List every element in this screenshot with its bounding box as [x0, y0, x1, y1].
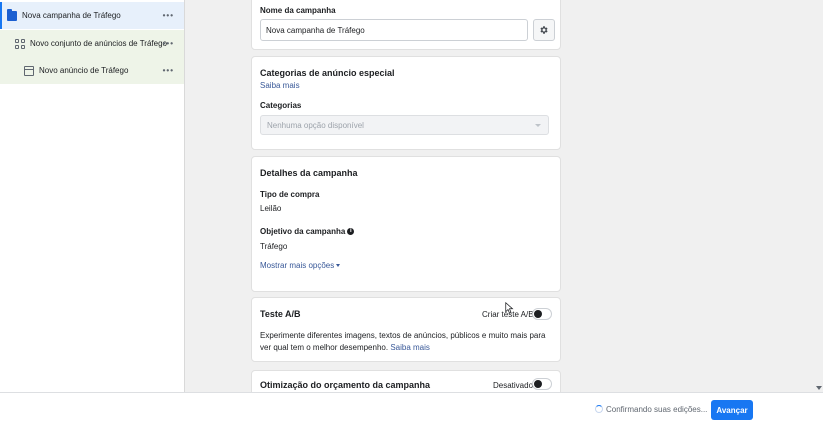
categories-select[interactable]: Nenhuma opção disponível [260, 115, 549, 135]
scroll-down-arrow-icon[interactable] [816, 386, 822, 390]
ad-page-icon [24, 65, 34, 76]
categories-select-value: Nenhuma opção disponível [267, 120, 364, 130]
budget-optimization-title: Otimização do orçamento da campanha [260, 380, 431, 390]
campaign-details-title: Detalhes da campanha [260, 168, 358, 178]
folder-icon [7, 8, 17, 21]
budget-optimization-toggle[interactable] [532, 378, 552, 390]
chevron-down-icon [535, 124, 541, 127]
loading-spinner-icon [595, 405, 603, 413]
special-categories-title: Categorias de anúncio especial [260, 68, 395, 78]
categories-label: Categorias [260, 101, 302, 110]
saving-status: Confirmando suas edições... [606, 405, 708, 414]
more-options-icon[interactable]: ••• [163, 11, 174, 20]
tree-item-ad-label: Novo anúncio de Tráfego [39, 66, 129, 75]
grid-icon [15, 38, 25, 49]
ab-test-title: Teste A/B [260, 309, 301, 319]
tree-item-adset[interactable]: Novo conjunto de anúncios de Tráfego ••• [0, 30, 184, 57]
next-button[interactable]: Avançar [711, 400, 753, 420]
tree-item-campaign[interactable]: Nova campanha de Tráfego ••• [0, 2, 184, 29]
tree-item-campaign-label: Nova campanha de Tráfego [22, 11, 121, 20]
gear-icon [540, 26, 548, 34]
campaign-name-card: Nome da campanha [251, 0, 561, 50]
more-options-icon[interactable]: ••• [163, 66, 174, 75]
more-options-icon[interactable]: ••• [163, 39, 174, 48]
objective-label: Objetivo da campanha [260, 227, 346, 236]
special-categories-card: Categorias de anúncio especial Saiba mai… [251, 56, 561, 150]
show-more-options-link[interactable]: Mostrar mais opções [260, 261, 341, 270]
objective-value: Tráfego [260, 242, 288, 251]
purchase-type-value: Leilão [260, 204, 282, 213]
settings-button[interactable] [533, 19, 555, 41]
ab-test-learn-more-link[interactable]: Saiba mais [390, 343, 430, 352]
tree-item-ad[interactable]: Novo anúncio de Tráfego ••• [0, 57, 184, 84]
tree-item-adset-label: Novo conjunto de anúncios de Tráfego [30, 39, 167, 48]
ab-test-card: Teste A/B Criar teste A/B Experimente di… [251, 297, 561, 362]
info-icon[interactable]: i [347, 228, 355, 236]
learn-more-link[interactable]: Saiba mais [260, 81, 300, 90]
purchase-type-label: Tipo de compra [260, 190, 320, 199]
ab-test-toggle[interactable] [532, 308, 552, 320]
budget-optimization-card: Otimização do orçamento da campanha Desa… [251, 370, 561, 392]
campaign-name-input[interactable] [260, 19, 528, 41]
budget-optimization-toggle-label: Desativado [493, 381, 534, 390]
campaign-details-card: Detalhes da campanha Tipo de compra Leil… [251, 156, 561, 292]
caret-down-icon [336, 264, 341, 268]
ab-test-description: Experimente diferentes imagens, textos d… [260, 330, 556, 354]
campaign-tree-panel: Nova campanha de Tráfego ••• Novo conjun… [0, 0, 185, 392]
objective-label-wrap: Objetivo da campanha i [260, 227, 355, 236]
campaign-name-label: Nome da campanha [260, 6, 336, 15]
show-more-options-label: Mostrar mais opções [260, 261, 335, 270]
campaign-editor: Nome da campanha Categorias de anúncio e… [186, 0, 823, 392]
